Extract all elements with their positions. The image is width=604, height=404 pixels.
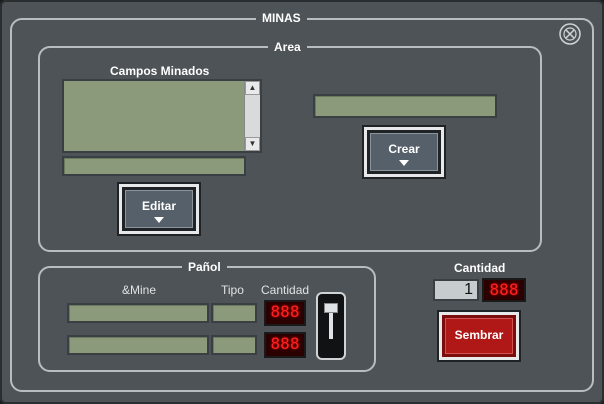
crear-name-field[interactable] [313,94,497,118]
quantity-slider[interactable] [316,292,346,360]
crear-button[interactable]: Crear [364,127,444,177]
column-cantidad-label: Cantidad [261,283,310,297]
led-digits: 888 [270,302,300,321]
led-digits: 888 [489,280,519,299]
editar-label: Editar [141,199,176,213]
led-digits: 888 [270,334,300,353]
cantidad-label: Cantidad [454,261,506,275]
campos-minados-list[interactable]: ▲ ▼ [62,79,262,153]
close-button[interactable] [558,22,582,46]
panol-row-1-tipo[interactable] [211,303,257,323]
cantidad-value[interactable]: 1 [433,279,479,301]
crear-button-face: Crear [370,133,438,171]
sembrar-button-face: Sembrar [445,318,513,354]
panol-row-1-led: 888 [264,300,306,326]
arrow-down-icon[interactable]: ▼ [245,137,260,151]
panol-row-2-tipo[interactable] [211,335,257,355]
editar-button[interactable]: Editar [119,184,199,234]
crear-label: Crear [388,142,420,156]
column-tipo-label: Tipo [221,283,244,297]
window-title: MINAS [256,11,307,25]
campo-name-field[interactable] [62,156,246,176]
panol-row-2-mine[interactable] [67,335,209,355]
arrow-up-icon[interactable]: ▲ [245,81,260,95]
slider-handle[interactable] [324,303,338,313]
chevron-down-icon [154,217,164,223]
column-mine-label: &Mine [122,283,157,297]
list-scrollbar[interactable]: ▲ ▼ [244,81,260,151]
area-label: Area [268,40,307,54]
panol-row-1-mine[interactable] [67,303,209,323]
panol-row-2-led: 888 [264,332,306,358]
campos-minados-label: Campos Minados [110,64,210,78]
cantidad-led: 888 [482,278,526,302]
sembrar-button[interactable]: Sembrar [439,312,519,360]
slider-stem [329,313,333,339]
chevron-down-icon [399,160,409,166]
editar-button-face: Editar [125,190,193,228]
close-icon [559,23,581,45]
panol-label: Pañol [182,260,227,274]
minas-window: MINAS Area Campos Minados ▲ ▼ Editar Cre… [0,0,604,404]
